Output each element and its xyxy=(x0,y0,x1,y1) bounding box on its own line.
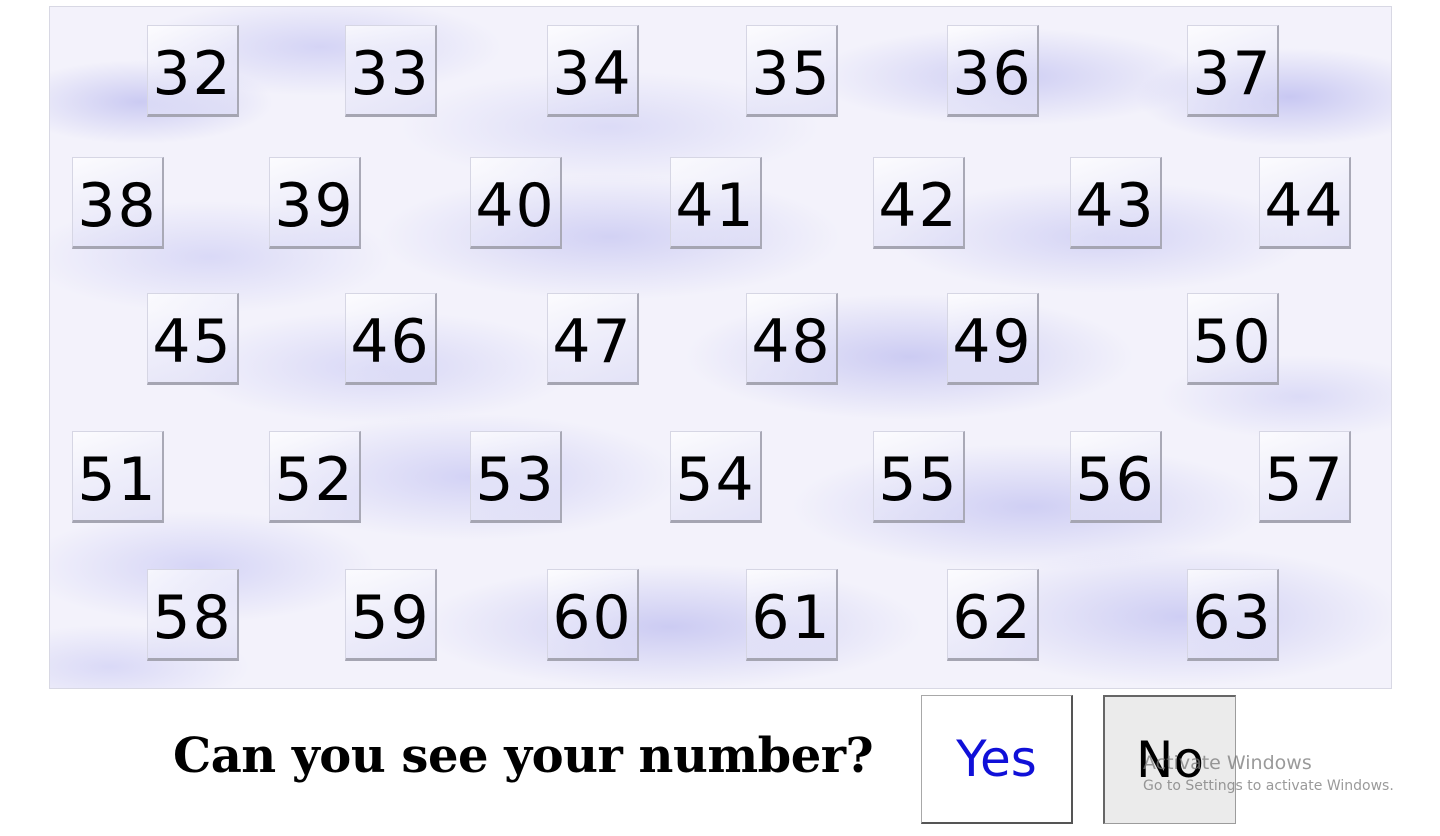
number-tile-label: 59 xyxy=(350,583,431,653)
number-tile: 42 xyxy=(873,157,965,249)
number-tile: 44 xyxy=(1259,157,1351,249)
number-tile-label: 57 xyxy=(1264,445,1345,515)
question-text: Can you see your number? xyxy=(173,728,874,784)
number-tile-label: 44 xyxy=(1264,171,1345,241)
number-tile: 41 xyxy=(670,157,762,249)
number-tile: 48 xyxy=(746,293,838,385)
number-tile: 47 xyxy=(547,293,639,385)
yes-button[interactable]: Yes xyxy=(921,695,1073,824)
number-tile-label: 58 xyxy=(152,583,233,653)
number-tile-label: 51 xyxy=(77,445,158,515)
number-tile: 38 xyxy=(72,157,164,249)
number-tile: 57 xyxy=(1259,431,1351,523)
number-tile: 61 xyxy=(746,569,838,661)
number-tile: 53 xyxy=(470,431,562,523)
number-tile: 40 xyxy=(470,157,562,249)
number-tile-label: 32 xyxy=(152,39,233,109)
number-tile: 43 xyxy=(1070,157,1162,249)
number-tile-label: 61 xyxy=(751,583,832,653)
number-tile-label: 35 xyxy=(751,39,832,109)
number-tile-label: 47 xyxy=(552,307,633,377)
number-tile-label: 50 xyxy=(1192,307,1273,377)
number-tile: 63 xyxy=(1187,569,1279,661)
number-tile-label: 63 xyxy=(1192,583,1273,653)
number-tile-label: 52 xyxy=(274,445,355,515)
number-tile: 59 xyxy=(345,569,437,661)
magic-number-game: 32 33 34 35 36 37 38 39 40 41 42 43 44 45 46 47 48 49 50 51… xyxy=(0,0,1440,836)
number-tile: 50 xyxy=(1187,293,1279,385)
number-tile-label: 49 xyxy=(952,307,1033,377)
number-tile: 51 xyxy=(72,431,164,523)
number-tile: 54 xyxy=(670,431,762,523)
number-tile-label: 48 xyxy=(751,307,832,377)
number-tile-label: 42 xyxy=(878,171,959,241)
number-tile-label: 41 xyxy=(675,171,756,241)
number-tile-label: 38 xyxy=(77,171,158,241)
number-tile-label: 45 xyxy=(152,307,233,377)
number-tile-label: 37 xyxy=(1192,39,1273,109)
number-tile: 34 xyxy=(547,25,639,117)
number-tile: 39 xyxy=(269,157,361,249)
number-tile-label: 40 xyxy=(475,171,556,241)
number-tile-label: 33 xyxy=(350,39,431,109)
number-tile-label: 55 xyxy=(878,445,959,515)
number-tile: 60 xyxy=(547,569,639,661)
number-tile-label: 62 xyxy=(952,583,1033,653)
number-tile: 36 xyxy=(947,25,1039,117)
number-tile: 56 xyxy=(1070,431,1162,523)
no-button[interactable]: No xyxy=(1103,695,1236,824)
number-tile: 62 xyxy=(947,569,1039,661)
number-tile: 55 xyxy=(873,431,965,523)
number-tile: 35 xyxy=(746,25,838,117)
number-tile-label: 43 xyxy=(1075,171,1156,241)
number-tile-label: 54 xyxy=(675,445,756,515)
number-tile: 37 xyxy=(1187,25,1279,117)
number-tile-label: 53 xyxy=(475,445,556,515)
number-tile: 49 xyxy=(947,293,1039,385)
number-board: 32 33 34 35 36 37 38 39 40 41 42 43 44 45 46 47 48 49 50 51… xyxy=(49,6,1392,689)
number-tile-label: 34 xyxy=(552,39,633,109)
number-tile: 45 xyxy=(147,293,239,385)
number-tile-label: 39 xyxy=(274,171,355,241)
number-tile-label: 60 xyxy=(552,583,633,653)
number-tile: 46 xyxy=(345,293,437,385)
number-tile: 33 xyxy=(345,25,437,117)
number-tile-label: 36 xyxy=(952,39,1033,109)
number-tile: 32 xyxy=(147,25,239,117)
number-tile-label: 56 xyxy=(1075,445,1156,515)
number-tile: 52 xyxy=(269,431,361,523)
number-tile-label: 46 xyxy=(350,307,431,377)
number-tile: 58 xyxy=(147,569,239,661)
